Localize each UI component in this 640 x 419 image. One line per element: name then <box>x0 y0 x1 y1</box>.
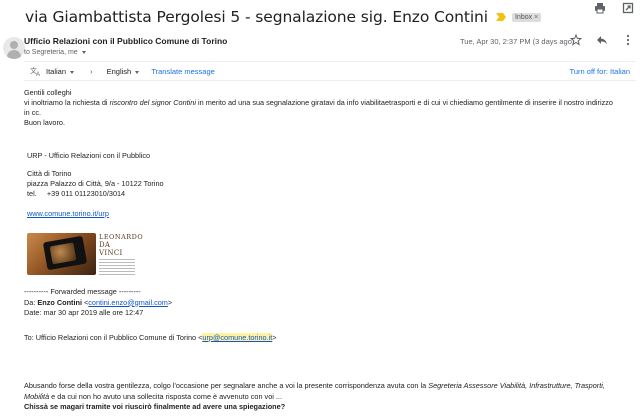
close-icon[interactable]: × <box>534 14 538 21</box>
signature-city: Città di Torino <box>27 169 72 178</box>
chevron-down-icon[interactable] <box>81 51 86 54</box>
reply-icon[interactable] <box>596 34 608 46</box>
turn-off-translation-link[interactable]: Turn off for: Italian <box>570 67 630 76</box>
print-icon[interactable] <box>594 2 606 14</box>
body-line-1: vi inoltriamo la richiesta di riscontro … <box>24 98 636 108</box>
svg-text:A: A <box>36 72 40 77</box>
signature: URP - Ufficio Relazioni con il Pubblico … <box>27 151 164 219</box>
target-language-select[interactable]: English <box>107 67 140 76</box>
chevron-down-icon <box>135 70 140 74</box>
signature-phone: tel. +39 011 01123010/3014 <box>27 189 126 198</box>
sender-name[interactable]: Ufficio Relazioni con il Pubblico Comune… <box>24 36 227 46</box>
to-suffix: > <box>272 333 277 342</box>
logo-text: LEONARDO <box>99 233 144 241</box>
leonardo-da-vinci-logo: LEONARDO DA VINCI <box>99 233 144 277</box>
signature-banner-image: LEONARDO DA VINCI <box>27 233 144 277</box>
recipients-text: to Segreteria, me <box>24 49 78 56</box>
message-actions <box>570 34 634 46</box>
thread-toolbar <box>594 2 634 14</box>
message-line-3: Chissà se magari tramite voi riuscirò fi… <box>24 402 636 413</box>
message-body: Gentili colleghi vi inoltriamo la richie… <box>24 88 636 128</box>
signature-website-link[interactable]: www.comune.torino.it/urp <box>27 209 109 218</box>
from-email-link[interactable]: contini.enzo@gmail.com <box>88 298 168 307</box>
source-language-label: Italian <box>46 66 67 76</box>
body-text: in merito ad una sua segnalazione girata… <box>195 98 613 107</box>
forwarded-header: ---------- Forwarded message --------- D… <box>24 287 172 319</box>
message-italic-text: Mobilità <box>24 391 50 401</box>
forwarded-to: To: Ufficio Relazioni con il Pubblico Co… <box>24 333 277 342</box>
from-name: Enzo Contini <box>37 297 82 307</box>
body-italic-text: riscontro del signor Contini <box>109 98 196 107</box>
star-icon[interactable] <box>570 34 582 46</box>
from-label: Da: <box>24 297 38 307</box>
closing: Buon lavoro. <box>24 118 65 127</box>
source-language-select[interactable]: Italian <box>46 66 75 76</box>
message-bold-text: Chissà se magari tramite voi riuscirò fi… <box>24 402 286 411</box>
logo-text: DA VINCI <box>99 241 123 257</box>
recipients-toggle[interactable]: to Segreteria, me <box>24 49 86 56</box>
to-label: To: Ufficio Relazioni con il Pubblico Co… <box>24 333 203 342</box>
chevron-down-icon <box>70 70 75 74</box>
inbox-label-badge: Inbox × <box>511 12 542 22</box>
inbox-label-text: Inbox <box>514 13 533 21</box>
avatar-icon <box>3 37 25 59</box>
message-italic-text: Segreteria Assessore Viabilità, Infrastr… <box>428 381 605 390</box>
body-line-2: in cc. <box>24 108 42 117</box>
target-language-label: English <box>106 66 132 76</box>
important-marker-icon[interactable] <box>495 13 506 21</box>
body-text: vi inoltriamo la richiesta di <box>24 98 110 107</box>
translate-message-link[interactable]: Translate message <box>151 67 215 76</box>
email-subject-row: via Giambattista Pergolesi 5 - segnalazi… <box>25 7 640 27</box>
forwarded-date: Date: mar 30 apr 2019 alle ore 12:47 <box>24 308 144 317</box>
open-in-new-window-icon[interactable] <box>622 2 634 14</box>
signature-org: URP - Ufficio Relazioni con il Pubblico <box>27 151 151 160</box>
more-options-icon[interactable] <box>622 34 634 46</box>
forwarded-from: Da: Enzo Contini <contini.enzo@gmail.com… <box>24 297 173 307</box>
phone-in-hand-image <box>27 233 96 275</box>
to-email-link[interactable]: urp@comune.torino.it <box>202 333 273 342</box>
message-line-2: Mobilità e da cui non ho avuto una solle… <box>24 392 636 403</box>
forwarded-message-body: Abusando forse della vostra gentilezza, … <box>24 381 636 413</box>
message-text: e da cui non ho avuto una sollecita risp… <box>49 391 282 401</box>
signature-address: piazza Palazzo di Città, 9/a - 10122 Tor… <box>27 179 164 188</box>
message-date: Tue, Apr 30, 2:37 PM (3 days ago) <box>460 37 575 46</box>
arrow-icon: › <box>90 66 93 76</box>
message-text: Abusando forse della vostra gentilezza, … <box>24 381 429 390</box>
greeting: Gentili colleghi <box>24 88 72 97</box>
forwarded-separator: ---------- Forwarded message --------- <box>24 287 141 296</box>
email-subject: via Giambattista Pergolesi 5 - segnalazi… <box>25 8 488 26</box>
translate-bar: 文A Italian › English Translate message T… <box>24 61 636 81</box>
message-line-1: Abusando forse della vostra gentilezza, … <box>24 381 636 392</box>
translate-icon: 文A <box>30 66 40 77</box>
